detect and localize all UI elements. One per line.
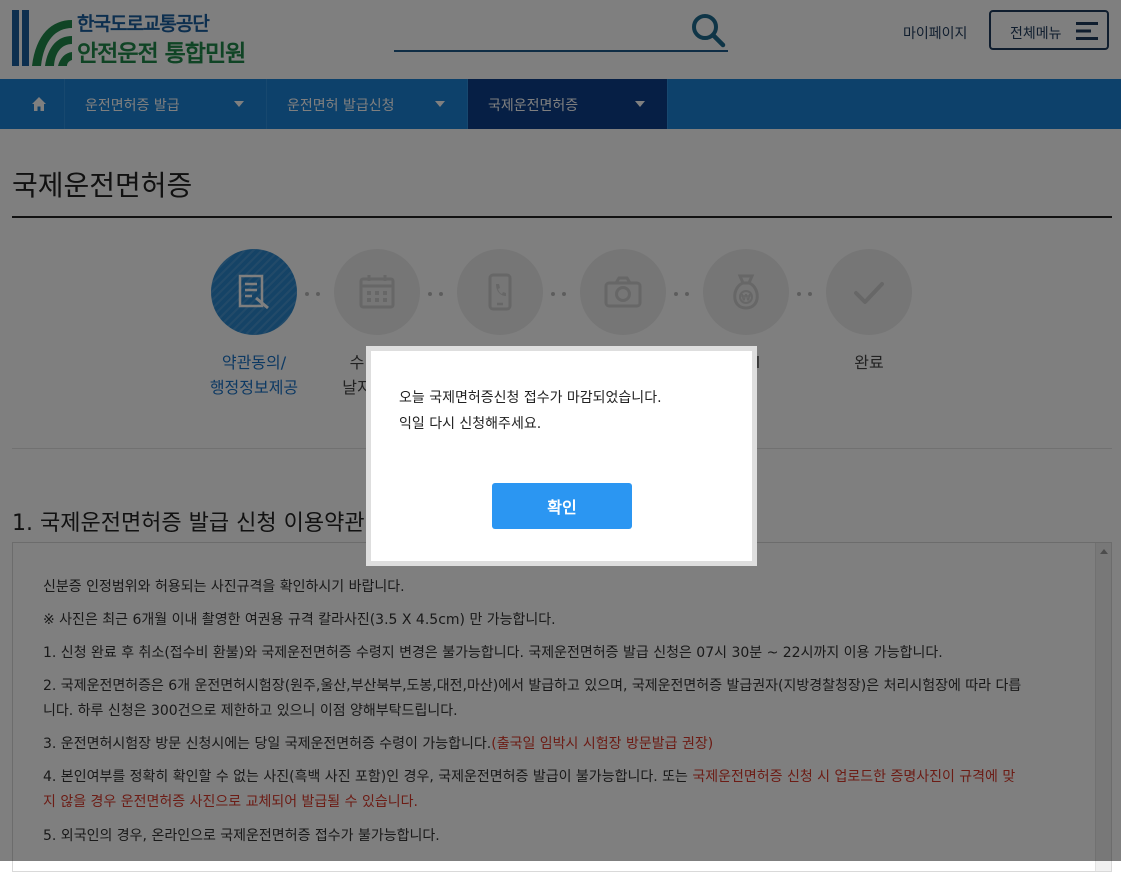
confirm-button[interactable]: 확인 bbox=[492, 483, 632, 529]
alert-dialog: 오늘 국제면허증신청 접수가 마감되었습니다. 익일 다시 신청해주세요. 확인 bbox=[366, 346, 757, 566]
alert-message-line1: 오늘 국제면허증신청 접수가 마감되었습니다. bbox=[399, 390, 662, 406]
alert-message-line2: 익일 다시 신청해주세요. bbox=[399, 416, 542, 432]
